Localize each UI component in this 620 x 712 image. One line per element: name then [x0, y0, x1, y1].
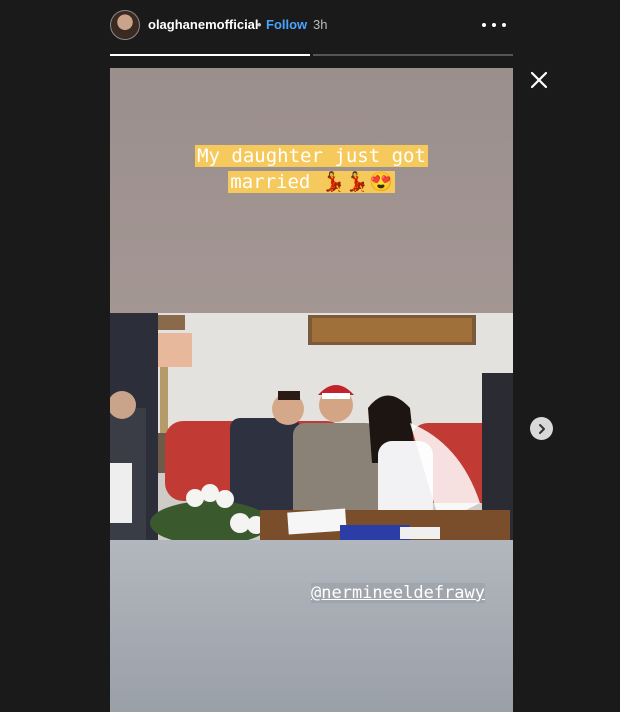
story-content[interactable]: My daughter just got married 💃💃😍 @nermin… — [110, 68, 513, 712]
progress-segment-1 — [110, 54, 310, 56]
more-options-icon[interactable] — [482, 10, 506, 40]
story-background-bottom — [110, 540, 513, 712]
story-caption: My daughter just got married 💃💃😍 — [110, 143, 513, 195]
caption-line-1: My daughter just got — [195, 145, 428, 167]
wedding-photo — [110, 313, 513, 540]
progress-fill — [110, 54, 310, 56]
separator-dot: • — [257, 17, 262, 32]
close-icon[interactable] — [528, 69, 550, 91]
avatar[interactable] — [110, 10, 140, 40]
photo-illustration — [110, 313, 513, 540]
chevron-right-icon[interactable] — [530, 417, 553, 440]
username[interactable]: olaghanemofficial — [148, 17, 259, 32]
story-header: olaghanemofficial • Follow 3h — [110, 8, 513, 44]
post-time: 3h — [313, 17, 328, 32]
mention-tag[interactable]: @nermineeldefrawy — [311, 583, 485, 603]
progress-segment-2 — [313, 54, 513, 56]
story-progress — [110, 54, 513, 56]
follow-button[interactable]: Follow — [266, 17, 307, 32]
caption-line-2: married 💃💃😍 — [228, 171, 395, 193]
